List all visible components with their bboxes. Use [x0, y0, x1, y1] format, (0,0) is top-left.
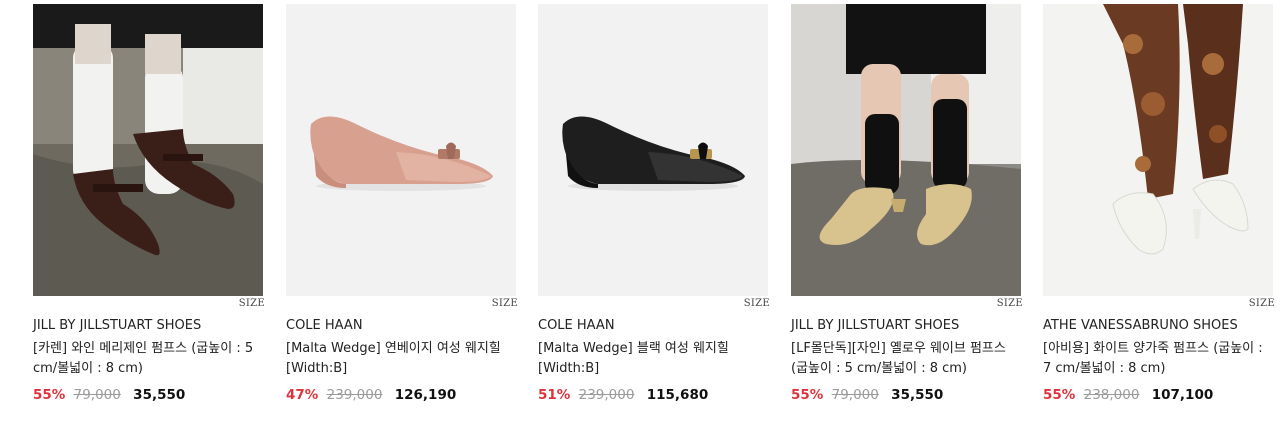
discount-rate: 55% — [791, 387, 824, 403]
size-label[interactable]: SIZE — [286, 298, 518, 310]
discount-rate: 47% — [286, 387, 319, 403]
size-label[interactable]: SIZE — [791, 298, 1023, 310]
size-label[interactable]: SIZE — [33, 298, 265, 310]
discount-rate: 51% — [538, 387, 571, 403]
product-image[interactable] — [538, 4, 768, 296]
product-name[interactable]: [Malta Wedge] 블랙 여성 웨지힐 [Width:B] — [538, 339, 770, 379]
price-row: 55% 238,000 107,100 — [1043, 386, 1275, 404]
sale-price: 115,680 — [646, 387, 709, 403]
product-card[interactable]: SIZE JILL BY JILLSTUART SHOES [LF몰단독][자인… — [791, 4, 1023, 404]
product-brand[interactable]: COLE HAAN — [538, 318, 770, 334]
sale-price: 107,100 — [1151, 387, 1214, 403]
discount-rate: 55% — [33, 387, 66, 403]
black-wedge-shoe-photo — [538, 4, 768, 296]
price-row: 47% 239,000 126,190 — [286, 386, 518, 404]
sale-price: 126,190 — [394, 387, 457, 403]
yellow-pumps-photo — [791, 4, 1021, 296]
product-brand[interactable]: ATHE VANESSABRUNO SHOES — [1043, 318, 1275, 334]
product-brand[interactable]: COLE HAAN — [286, 318, 518, 334]
white-pumps-photo — [1043, 4, 1273, 296]
sale-price: 35,550 — [133, 387, 186, 403]
product-name[interactable]: [아비용] 화이트 양가죽 펌프스 (굽높이 : 7 cm/볼넓이 : 8 cm… — [1043, 339, 1275, 379]
size-label[interactable]: SIZE — [1043, 298, 1275, 310]
product-name[interactable]: [Malta Wedge] 연베이지 여성 웨지힐 [Width:B] — [286, 339, 518, 379]
original-price: 79,000 — [73, 387, 121, 403]
price-row: 51% 239,000 115,680 — [538, 386, 770, 404]
burgundy-mary-jane-photo — [33, 4, 263, 296]
size-label[interactable]: SIZE — [538, 298, 770, 310]
product-card[interactable]: SIZE COLE HAAN [Malta Wedge] 블랙 여성 웨지힐 [… — [538, 4, 770, 404]
product-name[interactable]: [LF몰단독][자인] 옐로우 웨이브 펌프스 (굽높이 : 5 cm/볼넓이 … — [791, 339, 1023, 379]
sale-price: 35,550 — [891, 387, 944, 403]
product-brand[interactable]: JILL BY JILLSTUART SHOES — [791, 318, 1023, 334]
price-row: 55% 79,000 35,550 — [33, 386, 265, 404]
product-image[interactable] — [286, 4, 516, 296]
product-image[interactable] — [1043, 4, 1273, 296]
product-image[interactable] — [33, 4, 263, 296]
original-price: 79,000 — [831, 387, 879, 403]
product-card[interactable]: SIZE ATHE VANESSABRUNO SHOES [아비용] 화이트 양… — [1043, 4, 1275, 404]
product-image[interactable] — [791, 4, 1021, 296]
product-brand[interactable]: JILL BY JILLSTUART SHOES — [33, 318, 265, 334]
product-name[interactable]: [카렌] 와인 메리제인 펌프스 (굽높이 : 5 cm/볼넓이 : 8 cm) — [33, 339, 265, 379]
beige-wedge-shoe-photo — [286, 4, 516, 296]
price-row: 55% 79,000 35,550 — [791, 386, 1023, 404]
discount-rate: 55% — [1043, 387, 1076, 403]
product-card[interactable]: SIZE JILL BY JILLSTUART SHOES [카렌] 와인 메리… — [33, 4, 265, 404]
original-price: 239,000 — [578, 387, 635, 403]
product-card[interactable]: SIZE COLE HAAN [Malta Wedge] 연베이지 여성 웨지힐… — [286, 4, 518, 404]
original-price: 239,000 — [326, 387, 383, 403]
original-price: 238,000 — [1083, 387, 1140, 403]
